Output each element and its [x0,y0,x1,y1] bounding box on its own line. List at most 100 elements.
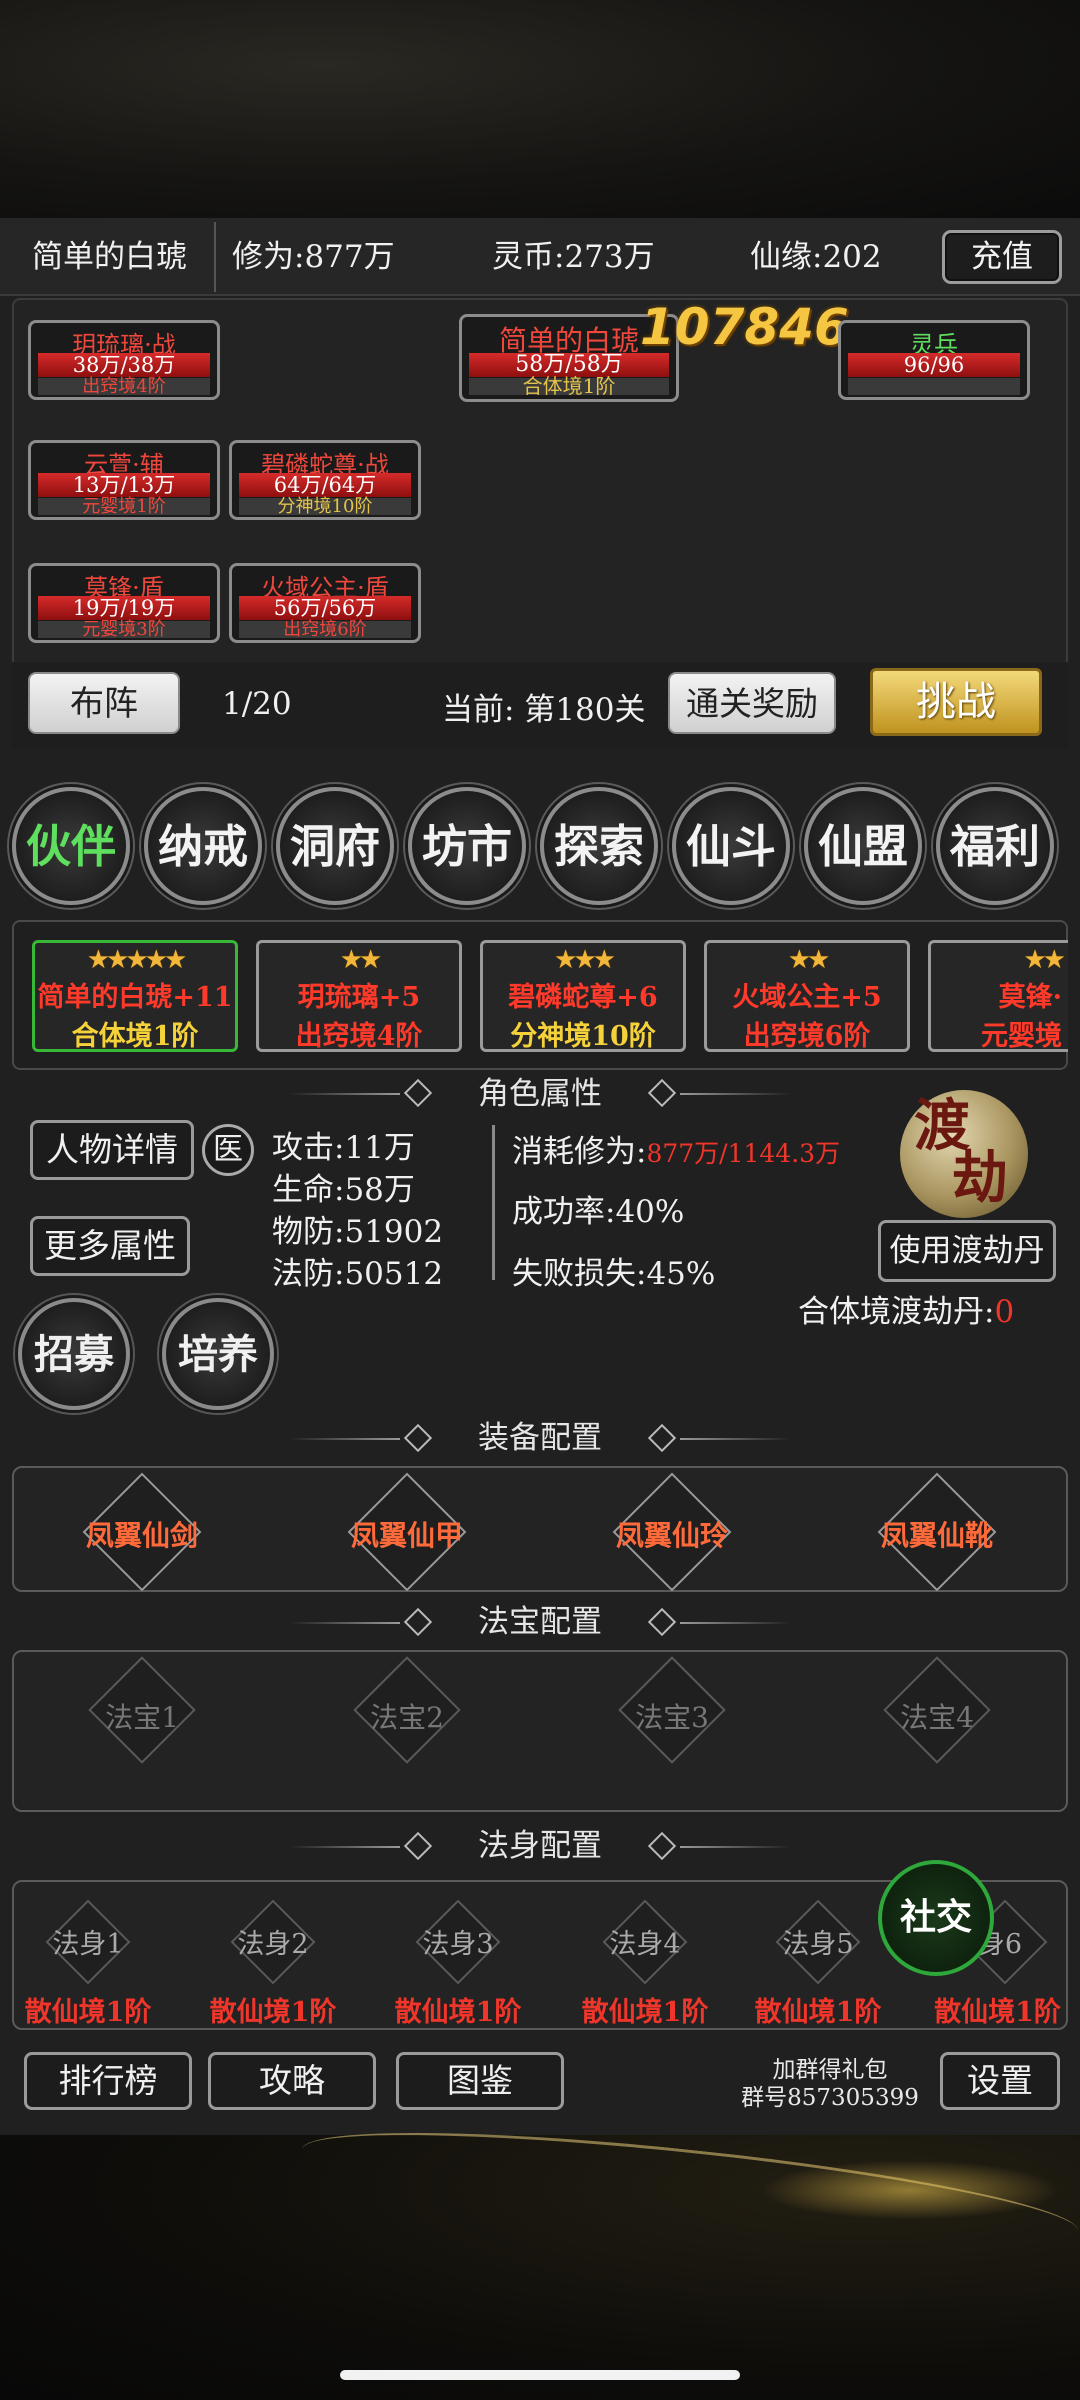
fail-loss: 失败损失:45% [512,1256,716,1292]
partner-card[interactable]: ★★ 莫锋· 元婴境 [928,940,1068,1052]
treasure-name: 法宝2 [370,1701,444,1734]
equipment-name: 凤翼仙甲 [350,1519,463,1552]
tribulation-pill-count: 合体境渡劫丹:0 [798,1286,1014,1331]
train-button[interactable]: 培养 [162,1298,274,1410]
magic-def-stat: 法防:50512 [272,1256,444,1292]
partner-stars: ★★ [339,945,383,975]
group-invite[interactable]: 加群得礼包 群号857305399 [720,2056,940,2112]
partner-name: 碧磷蛇尊+6 [508,982,658,1013]
group-invite-line2: 群号857305399 [741,2085,919,2111]
spirit-soldier-rank [848,378,1020,395]
formation-count: 1/20 [222,686,292,722]
partner-card[interactable]: ★★ 火域公主+5 出窍境6阶 [704,940,910,1052]
decorative-glow [760,2160,1060,2220]
social-button[interactable]: 社交 [878,1860,994,1976]
hp-stat: 生命:58万 [272,1172,415,1208]
header-divider [214,222,216,292]
section-line [680,1622,790,1624]
partner-stars: ★★★★★ [86,945,188,975]
body-name: 法身2 [237,1929,309,1960]
body-name: 法身1 [52,1929,124,1960]
bodies-title: 法身配置 [478,1828,602,1864]
tab-cave[interactable]: 洞府 [276,787,394,905]
tab-welfare[interactable]: 福利 [936,787,1054,905]
settings-button[interactable]: 设置 [940,2052,1060,2110]
partner-card[interactable]: ★★★ 碧磷蛇尊+6 分神境10阶 [480,940,686,1052]
equipment-name: 凤翼仙剑 [85,1519,198,1552]
body-rank: 散仙境1阶 [934,1997,1061,2028]
equipment-name: 凤翼仙靴 [880,1519,993,1552]
body-rank: 散仙境1阶 [394,1997,522,2028]
guide-button[interactable]: 攻略 [208,2052,376,2110]
section-line [680,1438,790,1440]
partner-card[interactable]: ★★ 玥琉璃+5 出窍境4阶 [256,940,462,1052]
partner-rank: 出窍境4阶 [295,1021,423,1052]
ally-card[interactable]: 云萱·辅 13万/13万 元婴境1阶 [28,440,220,520]
partner-rank: 合体境1阶 [71,1021,199,1052]
equipment-title: 装备配置 [478,1420,602,1456]
ally-card[interactable]: 莫锋·盾 19万/19万 元婴境3阶 [28,563,220,643]
tab-market[interactable]: 坊市 [408,787,526,905]
leaderboard-button[interactable]: 排行榜 [24,2052,192,2110]
partner-stars: ★★★ [554,945,616,975]
success-rate: 成功率:40% [512,1194,685,1230]
heal-button[interactable]: 医 [202,1124,254,1176]
ally-hp: 64万/64万 [239,473,411,497]
use-tribulation-pill-button[interactable]: 使用渡劫丹 [878,1220,1056,1282]
phys-def-stat: 物防:51902 [272,1214,444,1250]
tribulation-badge[interactable]: 渡 劫 [900,1090,1028,1218]
body-name: 法身3 [422,1929,494,1960]
recharge-button[interactable]: 充值 [942,230,1062,284]
ally-hp: 13万/13万 [38,473,210,497]
body-rank: 散仙境1阶 [209,1997,337,2028]
treasure-name: 法宝4 [900,1701,974,1734]
partner-name: 莫锋· [998,982,1062,1013]
tab-duel[interactable]: 仙斗 [672,787,790,905]
clear-reward-button[interactable]: 通关奖励 [668,672,836,734]
attribute-divider [492,1125,495,1280]
recruit-button[interactable]: 招募 [18,1298,130,1410]
body-name: 法身4 [609,1929,681,1960]
ally-hp: 19万/19万 [38,596,210,620]
ally-card[interactable]: 玥琉璃·战 38万/38万 出窍境4阶 [28,320,220,400]
player-name[interactable]: 简单的白琥 [32,218,187,296]
tab-explore[interactable]: 探索 [540,787,658,905]
partner-stars: ★★ [1023,945,1066,975]
equipment-name: 凤翼仙玲 [615,1519,728,1552]
attack-stat: 攻击:11万 [272,1130,415,1166]
consume-label: 消耗修为: [512,1134,647,1170]
fate-value: 仙缘:202 [750,239,882,275]
treasures-title: 法宝配置 [478,1604,602,1640]
formation-button[interactable]: 布阵 [28,672,180,734]
ally-rank: 出窍境4阶 [38,378,210,396]
ally-rank: 分神境10阶 [239,498,411,516]
partner-name: 玥琉璃+5 [297,982,421,1013]
tab-ring[interactable]: 纳戒 [144,787,262,905]
codex-button[interactable]: 图鉴 [396,2052,564,2110]
body-rank: 散仙境1阶 [581,1997,709,2028]
ally-hp: 38万/38万 [38,353,210,377]
partner-rank: 元婴境 [981,1021,1062,1052]
section-line [680,1846,790,1848]
ally-hp: 56万/56万 [239,596,411,620]
tab-alliance[interactable]: 仙盟 [804,787,922,905]
group-invite-line1: 加群得礼包 [772,2057,888,2083]
home-indicator[interactable] [340,2370,740,2380]
spirit-soldier-card[interactable]: 灵兵 96/96 [838,320,1030,400]
cultivation-value: 修为:877万 [232,239,395,275]
top-background [0,0,1080,220]
character-detail-button[interactable]: 人物详情 [30,1120,194,1180]
more-attributes-button[interactable]: 更多属性 [30,1216,190,1276]
treasure-name: 法宝1 [105,1701,179,1734]
tribulation-char-2: 劫 [952,1145,1008,1211]
challenge-button[interactable]: 挑战 [870,668,1042,736]
ally-card[interactable]: 火域公主·盾 56万/56万 出窍境6阶 [229,563,421,643]
ally-card[interactable]: 碧磷蛇尊·战 64万/64万 分神境10阶 [229,440,421,520]
ally-rank: 元婴境1阶 [38,498,210,516]
body-rank: 散仙境1阶 [24,1997,152,2028]
partner-rank: 分神境10阶 [510,1021,656,1052]
body-rank: 散仙境1阶 [754,1997,882,2028]
leader-rank: 合体境1阶 [469,376,669,396]
tab-partner[interactable]: 伙伴 [12,787,130,905]
partner-card[interactable]: ★★★★★ 简单的白琥+11 合体境1阶 [32,940,238,1052]
